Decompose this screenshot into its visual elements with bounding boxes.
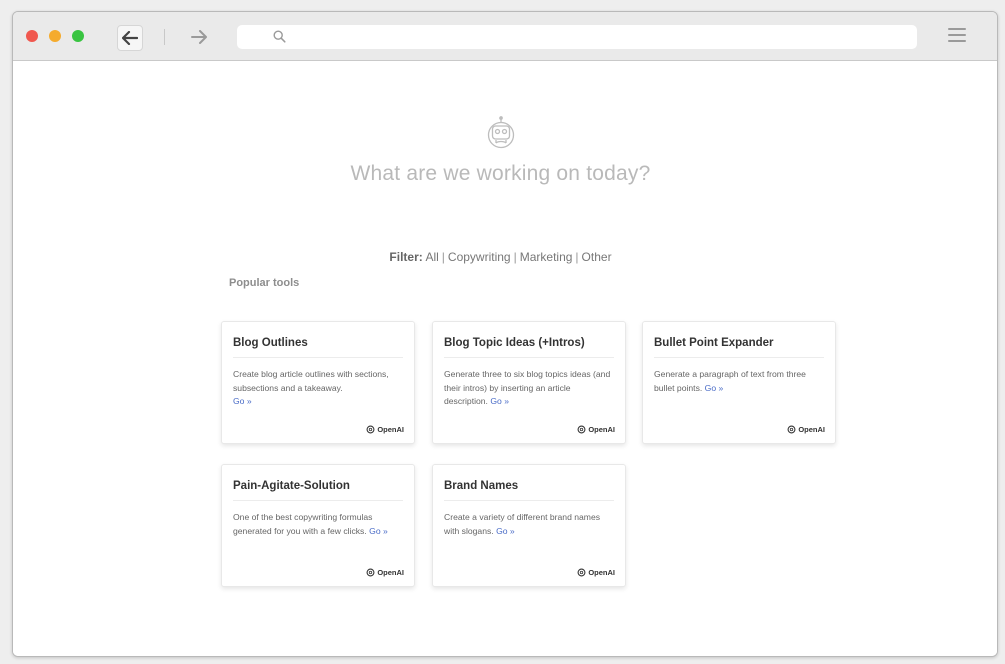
- openai-icon: [577, 568, 586, 577]
- card-title: Blog Outlines: [233, 337, 308, 349]
- search-icon: [273, 30, 286, 43]
- tool-card-bullet-point-expander[interactable]: Bullet Point Expander Generate a paragra…: [642, 321, 836, 444]
- forward-arrow-icon: [191, 30, 207, 44]
- go-link[interactable]: Go »: [490, 396, 509, 406]
- back-button[interactable]: [117, 25, 143, 51]
- robot-logo-icon: [487, 116, 515, 149]
- provider-badge: OpenAI: [577, 425, 615, 434]
- minimize-window-button[interactable]: [49, 30, 61, 42]
- filter-separator: |: [575, 250, 579, 264]
- card-title: Pain-Agitate-Solution: [233, 480, 350, 492]
- provider-badge: OpenAI: [366, 425, 404, 434]
- provider-badge: OpenAI: [787, 425, 825, 434]
- openai-icon: [366, 568, 375, 577]
- close-window-button[interactable]: [26, 30, 38, 42]
- page-content: What are we working on today? Filter: Al…: [13, 61, 997, 656]
- filter-separator: |: [441, 250, 445, 264]
- card-description: Create a variety of different brand name…: [444, 512, 601, 536]
- filter-other[interactable]: Other: [582, 250, 612, 264]
- filter-marketing[interactable]: Marketing: [520, 250, 573, 264]
- forward-button[interactable]: [187, 25, 211, 49]
- tool-card-pain-agitate-solution[interactable]: Pain-Agitate-Solution One of the best co…: [221, 464, 415, 587]
- page-headline: What are we working on today?: [350, 162, 651, 185]
- openai-icon: [366, 425, 375, 434]
- go-link[interactable]: Go »: [369, 526, 388, 536]
- go-link[interactable]: Go »: [496, 526, 515, 536]
- tool-card-blog-outlines[interactable]: Blog Outlines Create blog article outlin…: [221, 321, 415, 444]
- card-divider: [233, 357, 403, 358]
- browser-toolbar: [13, 12, 997, 61]
- filter-bar: Filter: All | Copywriting | Marketing | Other: [13, 250, 988, 264]
- card-divider: [444, 500, 614, 501]
- card-divider: [654, 357, 824, 358]
- filter-separator: |: [513, 250, 517, 264]
- card-title: Brand Names: [444, 480, 519, 492]
- section-title-popular-tools: Popular tools: [229, 277, 300, 289]
- card-title: Bullet Point Expander: [654, 337, 774, 349]
- card-divider: [233, 500, 403, 501]
- card-description: Create blog article outlines with sectio…: [233, 369, 389, 407]
- filter-copywriting[interactable]: Copywriting: [448, 250, 511, 264]
- back-arrow-icon: [122, 31, 138, 45]
- card-title: Blog Topic Ideas (+Intros): [444, 337, 585, 349]
- browser-window: What are we working on today? Filter: Al…: [12, 11, 998, 657]
- toolbar-separator: [164, 29, 165, 45]
- tool-card-brand-names[interactable]: Brand Names Create a variety of differen…: [432, 464, 626, 587]
- card-description: One of the best copywriting formulas gen…: [233, 512, 388, 536]
- address-bar[interactable]: [237, 25, 917, 49]
- go-link[interactable]: Go »: [705, 383, 724, 393]
- card-description: Generate a paragraph of text from three …: [654, 369, 806, 393]
- go-link[interactable]: Go »: [233, 396, 252, 406]
- hamburger-menu-icon[interactable]: [948, 28, 966, 44]
- openai-icon: [577, 425, 586, 434]
- tool-card-blog-topic-ideas[interactable]: Blog Topic Ideas (+Intros) Generate thre…: [432, 321, 626, 444]
- filter-all[interactable]: All: [425, 250, 438, 264]
- openai-icon: [787, 425, 796, 434]
- card-description: Generate three to six blog topics ideas …: [444, 369, 611, 407]
- card-divider: [444, 357, 614, 358]
- maximize-window-button[interactable]: [72, 30, 84, 42]
- provider-badge: OpenAI: [577, 568, 615, 577]
- provider-badge: OpenAI: [366, 568, 404, 577]
- filter-label: Filter:: [389, 250, 423, 264]
